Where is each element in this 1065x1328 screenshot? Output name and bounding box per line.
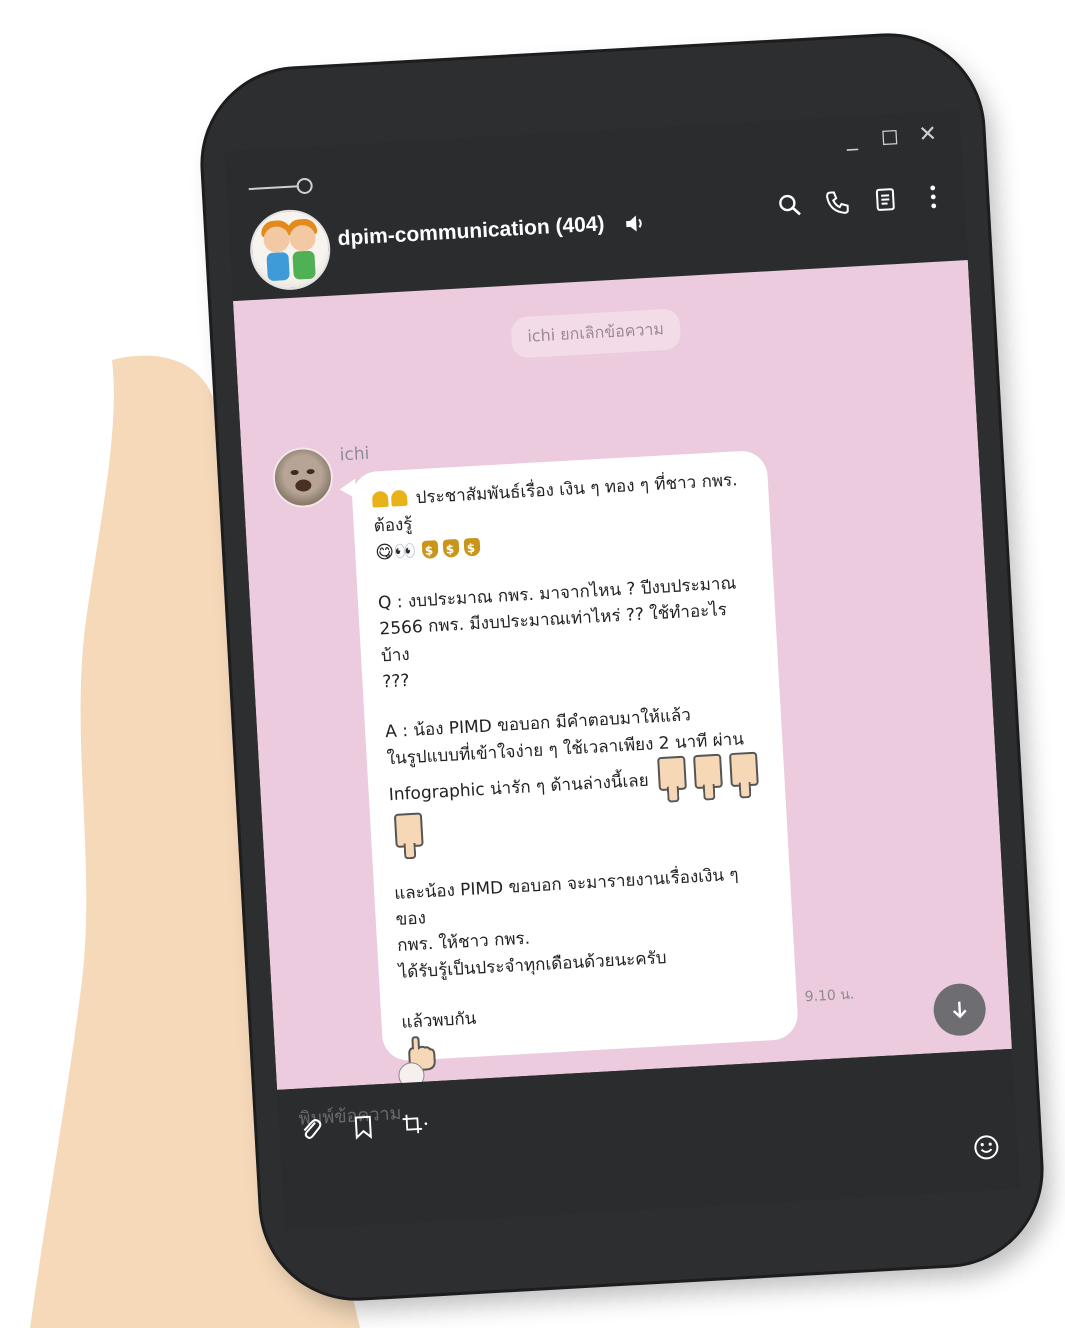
- scroll-to-bottom-button[interactable]: [932, 982, 988, 1038]
- money-bag-icon: [463, 537, 481, 557]
- pin-slider-handle[interactable]: [296, 177, 314, 195]
- search-icon[interactable]: [776, 191, 803, 218]
- pointing-down-icon: [692, 753, 723, 790]
- speaker-icon: [626, 215, 642, 232]
- bell-icon: [390, 489, 408, 507]
- window-controls: _ ◻ ✕: [840, 112, 940, 161]
- pointing-down-icon: [393, 812, 424, 849]
- emoji-text: 😋👀: [374, 540, 417, 564]
- chat-title[interactable]: dpim-communication (404): [337, 212, 605, 251]
- message-timestamp: 9.10 น.: [804, 986, 855, 1006]
- notes-icon[interactable]: [872, 186, 899, 213]
- close-button[interactable]: ✕: [916, 121, 939, 147]
- group-avatar[interactable]: [248, 207, 333, 293]
- avatar-detail: [292, 250, 316, 280]
- crop-icon[interactable]: [400, 1109, 430, 1139]
- sender-name: ichi: [339, 443, 370, 466]
- pointing-down-icon: [656, 755, 687, 792]
- pointing-down-icon: [728, 751, 759, 788]
- chat-area: ichi ยกเลิกข้อความ ichi ประชาสัมพันธ์เรื…: [232, 260, 1012, 1090]
- app-window: _ ◻ ✕ dpim-communication (404) ichi ยกเล…: [224, 110, 1020, 1230]
- minimize-button[interactable]: _: [840, 125, 863, 152]
- sender-avatar[interactable]: [271, 445, 335, 510]
- avatar-detail: [290, 469, 299, 476]
- system-notice: ichi ยกเลิกข้อความ: [510, 308, 682, 359]
- money-bag-icon: [442, 538, 460, 558]
- message-bubble[interactable]: ประชาสัมพันธ์เรื่อง เงิน ๆ ทอง ๆ ที่ชาว …: [350, 449, 800, 1071]
- avatar-detail: [266, 251, 290, 282]
- money-bag-icon: [421, 539, 439, 559]
- pin-slider-track[interactable]: [248, 185, 299, 191]
- more-vertical-icon[interactable]: [920, 183, 947, 210]
- header-actions: [776, 183, 947, 218]
- avatar-detail: [262, 225, 291, 254]
- avatar-detail: [295, 479, 312, 492]
- maximize-button[interactable]: ◻: [878, 123, 901, 149]
- arrow-down-icon: [952, 1001, 967, 1019]
- bell-icon: [371, 490, 389, 508]
- message-text: Infographic น่ารัก ๆ ด้านล่างนี้เลย: [388, 770, 650, 806]
- avatar-detail: [306, 468, 315, 475]
- phone-device: _ ◻ ✕ dpim-communication (404) ichi ยกเล…: [198, 31, 1046, 1303]
- paperclip-icon[interactable]: [297, 1115, 327, 1145]
- phone-icon[interactable]: [824, 189, 851, 216]
- bookmark-icon[interactable]: [349, 1112, 379, 1142]
- avatar-detail: [288, 224, 317, 252]
- emoji-icon[interactable]: [973, 1134, 1000, 1161]
